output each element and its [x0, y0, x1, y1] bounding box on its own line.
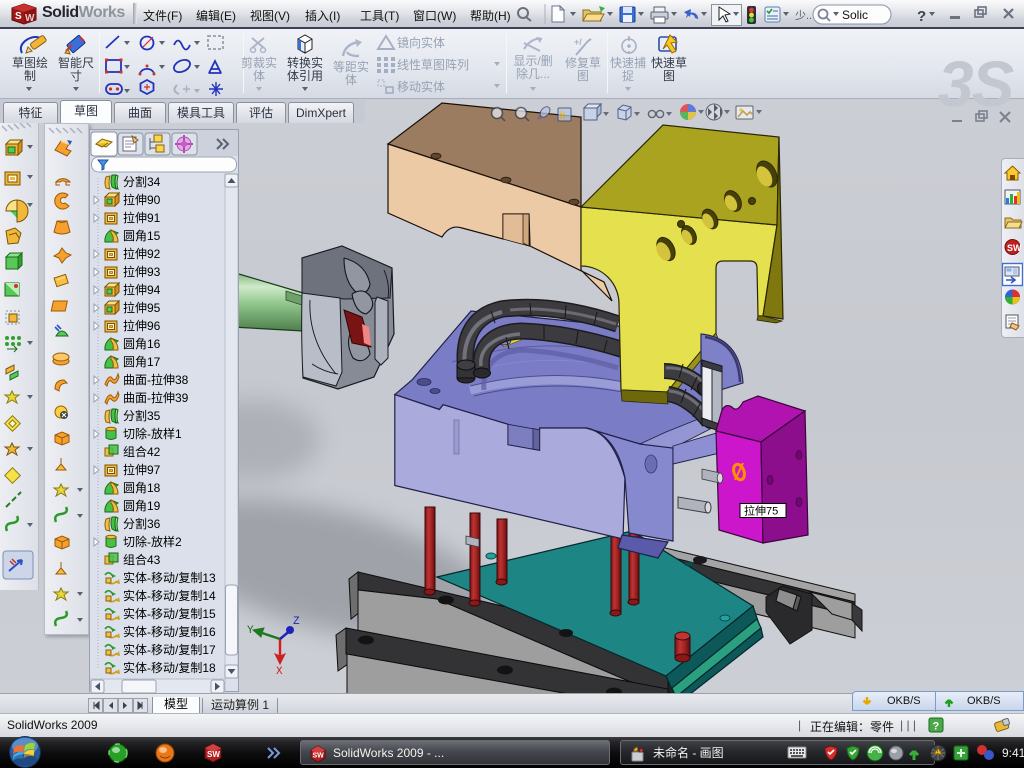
- svg-text:拉伸91: 拉伸91: [123, 210, 161, 225]
- svg-text:分割35: 分割35: [123, 408, 161, 423]
- svg-text:SW: SW: [207, 750, 220, 759]
- svg-text:圆角15: 圆角15: [123, 229, 161, 243]
- svg-text:?: ?: [917, 8, 926, 25]
- svg-text:少..: 少..: [795, 9, 812, 22]
- svg-text:切除-放样1: 切除-放样1: [123, 426, 182, 441]
- svg-text:实体-移动/复制15: 实体-移动/复制15: [123, 606, 216, 621]
- svg-text:W: W: [25, 13, 35, 24]
- svg-text:Z: Z: [293, 616, 300, 628]
- svg-text:圆角16: 圆角16: [123, 337, 161, 351]
- svg-text:拉伸95: 拉伸95: [123, 300, 161, 315]
- svg-text:分割36: 分割36: [123, 516, 161, 531]
- svg-text:圆角17: 圆角17: [123, 355, 161, 369]
- svg-text:拉伸90: 拉伸90: [123, 192, 161, 207]
- svg-text:实体-移动/复制17: 实体-移动/复制17: [123, 642, 216, 657]
- svg-text:Y: Y: [247, 625, 254, 637]
- svg-text:曲面-拉伸39: 曲面-拉伸39: [123, 390, 189, 405]
- svg-text:组合43: 组合43: [123, 552, 161, 567]
- svg-text:SW: SW: [313, 753, 325, 760]
- svg-text:Solic: Solic: [842, 8, 868, 22]
- svg-text:拉伸75: 拉伸75: [744, 504, 778, 518]
- svg-text:拉伸97: 拉伸97: [123, 462, 161, 477]
- svg-text:实体-移动/复制13: 实体-移动/复制13: [123, 570, 216, 585]
- svg-text:9:41: 9:41: [1002, 746, 1024, 760]
- svg-text:拉伸93: 拉伸93: [123, 264, 161, 279]
- svg-text:?: ?: [933, 721, 940, 733]
- svg-text:拉伸94: 拉伸94: [123, 282, 161, 297]
- svg-text:切除-放样2: 切除-放样2: [123, 534, 182, 549]
- svg-text:圆角19: 圆角19: [123, 499, 161, 513]
- svg-text:+/: +/: [574, 37, 582, 47]
- svg-text:实体-移动/复制14: 实体-移动/复制14: [123, 588, 216, 603]
- svg-text:圆角18: 圆角18: [123, 481, 161, 495]
- svg-text:S: S: [15, 11, 22, 22]
- svg-text:SW: SW: [1007, 243, 1022, 253]
- svg-text:分割34: 分割34: [123, 174, 161, 189]
- svg-text:实体-移动/复制16: 实体-移动/复制16: [123, 624, 216, 639]
- svg-text:曲面-拉伸38: 曲面-拉伸38: [123, 372, 189, 387]
- svg-text:实体-移动/复制18: 实体-移动/复制18: [123, 660, 216, 675]
- svg-text:X: X: [276, 666, 283, 678]
- svg-text:!: !: [937, 750, 938, 756]
- svg-text:组合42: 组合42: [123, 444, 161, 459]
- svg-text:拉伸92: 拉伸92: [123, 246, 161, 261]
- svg-text:拉伸96: 拉伸96: [123, 318, 161, 333]
